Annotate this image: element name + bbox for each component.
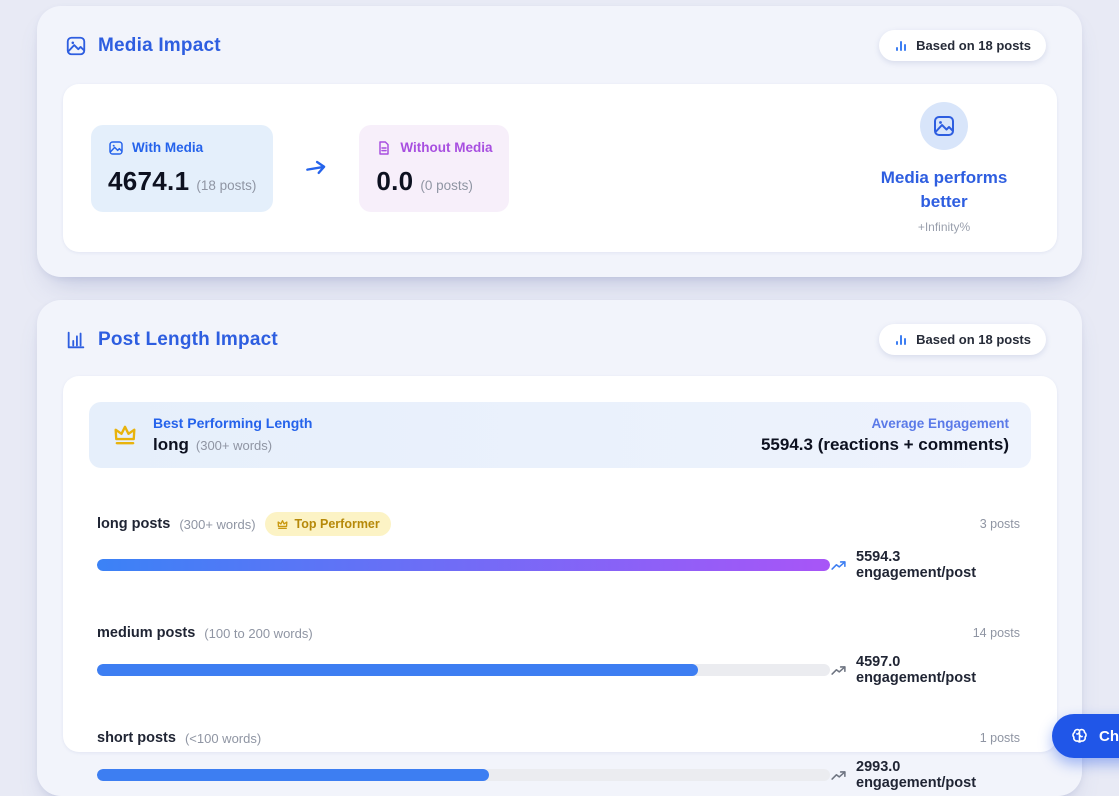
row-engagement: 2993.0 engagement/post <box>830 759 1020 791</box>
best-range: (300+ words) <box>196 438 272 453</box>
top-performer-label: Top Performer <box>295 517 380 531</box>
with-media-tile: With Media 4674.1 (18 posts) <box>91 125 273 212</box>
verdict-text: Media performs better <box>859 166 1029 214</box>
trend-up-icon <box>830 662 847 679</box>
row-top: short posts (<100 words) 1 posts <box>97 730 1020 746</box>
row-bar-line: 2993.0 engagement/post <box>97 759 1020 791</box>
based-on-posts-badge: Based on 18 posts <box>879 324 1046 355</box>
image-icon <box>65 35 87 57</box>
media-impact-header: Media Impact Based on 18 posts <box>37 6 1082 61</box>
row-engagement-value: 5594.3 engagement/post <box>856 549 1020 581</box>
trend-up-icon <box>830 557 847 574</box>
post-length-header: Post Length Impact Based on 18 posts <box>37 300 1082 355</box>
row-label: long posts <box>97 516 170 532</box>
row-engagement: 5594.3 engagement/post <box>830 549 1020 581</box>
average-value: 5594.3 (reactions + comments) <box>761 435 1009 455</box>
length-rows: long posts (300+ words) Top Performer 3 … <box>97 512 1020 791</box>
bar-track <box>97 559 830 571</box>
best-performing-texts: Best Performing Length long (300+ words) <box>153 415 312 455</box>
without-media-value-row: 0.0 (0 posts) <box>376 166 492 197</box>
without-media-value: 0.0 <box>376 166 413 197</box>
row-top: long posts (300+ words) Top Performer 3 … <box>97 512 1020 536</box>
row-top: medium posts (100 to 200 words) 14 posts <box>97 625 1020 641</box>
row-post-count: 14 posts <box>973 626 1020 640</box>
row-range: (<100 words) <box>185 731 261 746</box>
chat-button-label: Ch <box>1099 728 1119 745</box>
post-length-card: Best Performing Length long (300+ words)… <box>63 376 1057 752</box>
media-impact-title: Media Impact <box>65 35 221 57</box>
with-media-head: With Media <box>108 140 256 156</box>
with-media-posts: (18 posts) <box>196 178 256 193</box>
section-title-text: Post Length Impact <box>98 329 278 351</box>
verdict-delta: +Infinity% <box>859 220 1029 234</box>
arrow-right-icon <box>303 155 329 181</box>
top-performer-badge: Top Performer <box>265 512 391 536</box>
bar-fill <box>97 664 698 676</box>
bar-fill <box>97 559 830 571</box>
row-range: (100 to 200 words) <box>204 626 312 641</box>
best-performing-left: Best Performing Length long (300+ words) <box>111 415 312 455</box>
post-length-section: Post Length Impact Based on 18 posts <box>37 300 1082 796</box>
without-media-label: Without Media <box>400 140 492 155</box>
with-media-label: With Media <box>132 140 203 155</box>
row-label: medium posts <box>97 625 195 641</box>
brain-icon <box>1069 726 1090 747</box>
without-media-tile: Without Media 0.0 (0 posts) <box>359 125 509 212</box>
media-comparison-card: With Media 4674.1 (18 posts) Without <box>63 84 1057 252</box>
chat-button[interactable]: Ch <box>1052 714 1119 758</box>
with-media-value: 4674.1 <box>108 166 189 197</box>
average-engagement-block: Average Engagement 5594.3 (reactions + c… <box>761 416 1009 455</box>
bar-chart-icon <box>894 333 908 347</box>
chart-axis-icon <box>65 329 87 351</box>
length-row-long: long posts (300+ words) Top Performer 3 … <box>97 512 1020 581</box>
row-range: (300+ words) <box>179 517 255 532</box>
best-heading: Best Performing Length <box>153 415 312 431</box>
length-row-medium: medium posts (100 to 200 words) 14 posts <box>97 625 1020 686</box>
bar-track <box>97 664 830 676</box>
row-engagement: 4597.0 engagement/post <box>830 654 1020 686</box>
badge-label: Based on 18 posts <box>916 38 1031 53</box>
image-icon <box>920 102 968 150</box>
best-performing-banner: Best Performing Length long (300+ words)… <box>89 402 1031 468</box>
media-verdict: Media performs better +Infinity% <box>859 102 1029 235</box>
without-media-posts: (0 posts) <box>420 178 473 193</box>
without-media-head: Without Media <box>376 140 492 156</box>
best-value: long <box>153 435 189 455</box>
row-engagement-value: 4597.0 engagement/post <box>856 654 1020 686</box>
row-engagement-value: 2993.0 engagement/post <box>856 759 1020 791</box>
image-icon <box>108 140 124 156</box>
bar-chart-icon <box>894 39 908 53</box>
based-on-posts-badge: Based on 18 posts <box>879 30 1046 61</box>
row-bar-line: 5594.3 engagement/post <box>97 549 1020 581</box>
post-length-title: Post Length Impact <box>65 329 278 351</box>
length-row-short: short posts (<100 words) 1 posts <box>97 730 1020 791</box>
average-heading: Average Engagement <box>761 416 1009 431</box>
badge-label: Based on 18 posts <box>916 332 1031 347</box>
crown-icon <box>276 518 289 531</box>
row-post-count: 1 posts <box>980 731 1020 745</box>
crown-icon <box>111 421 139 449</box>
media-impact-section: Media Impact Based on 18 posts <box>37 6 1082 277</box>
trend-up-icon <box>830 767 847 784</box>
bar-track <box>97 769 830 781</box>
bar-fill <box>97 769 489 781</box>
row-bar-line: 4597.0 engagement/post <box>97 654 1020 686</box>
best-value-row: long (300+ words) <box>153 435 312 455</box>
document-icon <box>376 140 392 156</box>
row-post-count: 3 posts <box>980 517 1020 531</box>
with-media-value-row: 4674.1 (18 posts) <box>108 166 256 197</box>
section-title-text: Media Impact <box>98 35 221 57</box>
row-label: short posts <box>97 730 176 746</box>
